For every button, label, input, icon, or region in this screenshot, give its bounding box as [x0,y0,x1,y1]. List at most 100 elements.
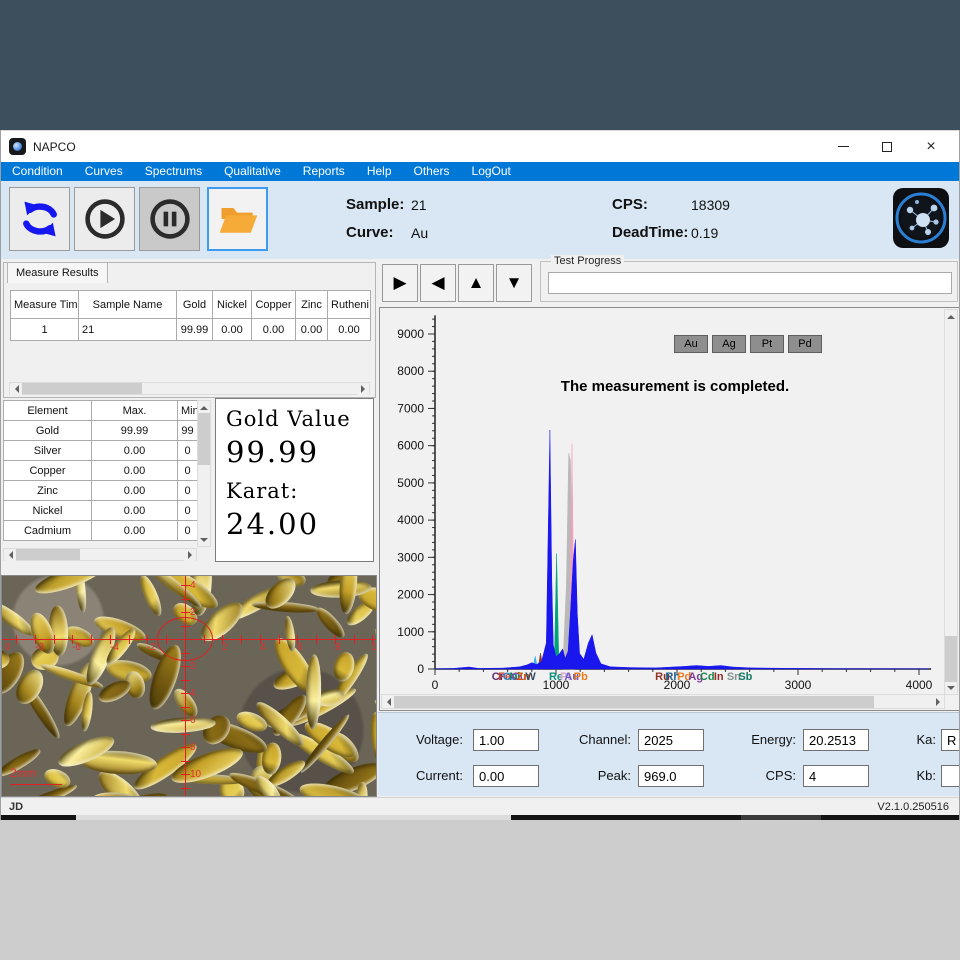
cps-field[interactable] [803,765,869,787]
menu-item-logout[interactable]: LogOut [461,162,522,181]
element-hscrollbar[interactable] [3,548,197,561]
reticle-tick [54,635,55,644]
channel-field[interactable] [638,729,704,751]
nav-up-button[interactable]: ▲ [458,264,494,302]
restore-button[interactable] [867,133,907,161]
refresh-button[interactable] [9,187,70,251]
y-tick-label: 3000 [397,550,424,564]
refresh-icon [18,197,62,241]
table-cell: Nickel [4,501,92,521]
camera-scale-label: 2mm [10,766,37,780]
legend-button-au[interactable]: Au [674,335,708,353]
element-marker-W: W [525,671,536,683]
table-row[interactable]: Nickel0.000 [4,501,198,521]
ka-field[interactable] [941,729,960,751]
table-cell: Cadmium [4,521,92,541]
table-cell: 0.00 [328,319,371,341]
reticle-tick [181,639,190,640]
y-tick-label: 2000 [397,588,424,602]
start-measure-button[interactable] [74,187,135,251]
legend-button-ag[interactable]: Ag [712,335,746,353]
legend-button-pt[interactable]: Pt [750,335,784,353]
spectrum-section: ▶ ◀ ▲ ▼ Test Progress 010002000300040000… [378,258,960,800]
table-row[interactable]: Copper0.000 [4,461,198,481]
table-row[interactable]: Silver0.000 [4,441,198,461]
menu-item-others[interactable]: Others [403,162,461,181]
results-hscrollbar[interactable] [9,382,370,395]
test-progress-label: Test Progress [551,255,624,267]
menu-bar: ConditionCurvesSpectrumsQualitativeRepor… [1,162,959,181]
open-file-button[interactable] [207,187,268,251]
table-row[interactable]: 12199.990.000.000.000.00 [11,319,371,341]
table-row[interactable]: Cadmium0.000 [4,521,198,541]
reticle-tick [129,635,130,644]
test-progress-bar [548,272,952,294]
element-marker-In: In [714,671,724,683]
table-cell: Silver [4,441,92,461]
voltage-field[interactable] [473,729,539,751]
current-field[interactable] [473,765,539,787]
column-header: Zinc [296,291,328,319]
energy-field[interactable] [803,729,869,751]
y-tick-label: 6000 [397,439,424,453]
reticle-h-label: 6 [297,642,303,653]
element-vscrollbar[interactable] [197,400,211,547]
gold-chain-link [95,677,134,708]
menu-item-reports[interactable]: Reports [292,162,356,181]
chart-hscrollbar[interactable] [381,694,945,709]
table-cell: 0.00 [252,319,296,341]
reticle-tick [91,635,92,644]
table-row[interactable]: Zinc0.000 [4,481,198,501]
menu-item-spectrums[interactable]: Spectrums [134,162,213,181]
reticle-h-label: 0 [5,642,11,653]
reticle-v-label: 4 [190,688,196,699]
toolbar: Sample: 21 Curve: Au CPS: 18309 DeadTime… [1,181,959,259]
table-cell: 0.00 [213,319,252,341]
restore-icon [882,142,892,152]
menu-item-curves[interactable]: Curves [74,162,134,181]
column-header: Max. [92,401,178,421]
voltage-label: Voltage: [393,732,463,747]
reticle-tick [181,693,190,694]
minimize-button[interactable] [823,133,863,161]
nav-right-button[interactable]: ▶ [382,264,418,302]
table-cell: 0 [178,501,198,521]
menu-item-condition[interactable]: Condition [1,162,74,181]
desktop-background-top [0,0,960,130]
legend-button-pd[interactable]: Pd [788,335,822,353]
nav-down-button[interactable]: ▼ [496,264,532,302]
close-button[interactable]: × [911,133,951,161]
spectrum-chart: 0100020003000400001000200030004000500060… [380,308,946,696]
table-header-row: Measure TimesSample NameGoldNickelCopper… [11,291,371,319]
menu-item-qualitative[interactable]: Qualitative [213,162,292,181]
minimize-icon [838,146,849,147]
nav-left-button[interactable]: ◀ [420,264,456,302]
table-cell: 0.00 [296,319,328,341]
deadtime-value: 0.19 [691,225,718,241]
menu-item-help[interactable]: Help [356,162,403,181]
gold-value-panel: Gold Value 99.99 Karat: 24.00 [215,398,374,562]
kb-label: Kb: [866,768,936,783]
y-tick-label: 4000 [397,513,424,527]
kb-field[interactable] [941,765,960,787]
sample-camera-image: 0-8-6-4-22468142246810 2mm [1,575,377,797]
reticle-h-label: 4 [260,642,266,653]
window-title: NAPCO [33,140,76,154]
deadtime-label: DeadTime: [612,224,688,241]
table-row[interactable]: Gold99.9999 [4,421,198,441]
table-cell: 99 [178,421,198,441]
reticle-tick [316,635,317,644]
chart-vscrollbar[interactable] [944,309,958,695]
y-tick-label: 5000 [397,476,424,490]
table-cell: 0.00 [92,481,178,501]
reticle-tick [181,720,190,721]
table-cell: 0.00 [92,521,178,541]
curve-label: Curve: [346,224,394,241]
reticle-tick [204,635,205,644]
y-tick-label: 9000 [397,327,424,341]
peak-field[interactable] [638,765,704,787]
tab-measure-results[interactable]: Measure Results [7,262,108,283]
pause-measure-button[interactable] [139,187,200,251]
column-header: Gold [177,291,213,319]
desktop-background-bottom [0,820,960,960]
